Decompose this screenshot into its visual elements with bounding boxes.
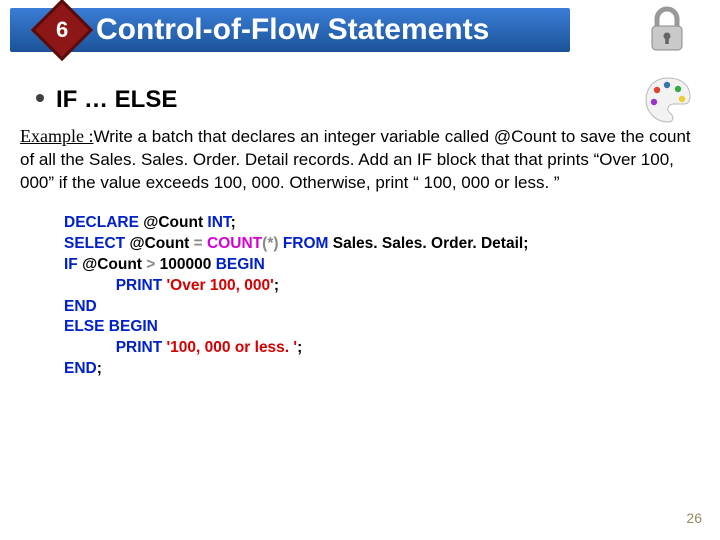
section-heading-text: IF … ELSE (56, 86, 177, 113)
op-eq: = (194, 235, 203, 252)
page-number: 26 (686, 510, 702, 526)
kw-declare: DECLARE (64, 214, 139, 231)
indent1 (64, 277, 116, 294)
code-line-4: PRINT 'Over 100, 000'; (64, 276, 720, 297)
indent2 (64, 339, 116, 356)
kw-begin1: BEGIN (216, 256, 265, 273)
slide-header: 6 Control-of-Flow Statements (0, 0, 720, 58)
chapter-number: 6 (56, 17, 68, 43)
code-line-5: END (64, 297, 720, 318)
example-label: Example : (20, 126, 93, 146)
kw-else-begin: ELSE BEGIN (64, 318, 158, 335)
kw-from: FROM (279, 235, 329, 252)
lock-icon (644, 4, 690, 54)
tok-var2: @Count (125, 235, 194, 252)
code-line-8: END; (64, 359, 720, 380)
palette-icon (642, 74, 694, 126)
tok-num: 100000 (155, 256, 215, 273)
code-block: DECLARE @Count INT; SELECT @Count = COUN… (64, 213, 720, 380)
code-line-7: PRINT '100, 000 or less. '; (64, 338, 720, 359)
str1: 'Over 100, 000' (167, 277, 274, 294)
slide-title: Control-of-Flow Statements (96, 8, 489, 52)
code-line-1: DECLARE @Count INT; (64, 213, 720, 234)
kw-print1: PRINT (116, 277, 167, 294)
tok-var3: @Count (78, 256, 147, 273)
op-gt: > (146, 256, 155, 273)
example-paragraph: Example :Write a batch that declares an … (20, 124, 700, 195)
kw-if: IF (64, 256, 78, 273)
tok-semi5: ; (97, 360, 102, 377)
tok-semi2: ; (523, 235, 528, 252)
tok-table: Sales. Sales. Order. Detail (328, 235, 523, 252)
func-count: COUNT (207, 235, 262, 252)
code-line-6: ELSE BEGIN (64, 317, 720, 338)
tok-semi3: ; (274, 277, 279, 294)
section-heading: IF … ELSE (36, 86, 720, 114)
code-line-2: SELECT @Count = COUNT(*) FROM Sales. Sal… (64, 234, 720, 255)
kw-end2: END (64, 360, 97, 377)
kw-int: INT (207, 214, 230, 231)
kw-select: SELECT (64, 235, 125, 252)
tok-semi1: ; (231, 214, 236, 231)
bullet-icon (36, 94, 44, 102)
str2: '100, 000 or less. ' (167, 339, 298, 356)
example-text: Write a batch that declares an integer v… (20, 127, 691, 192)
kw-print2: PRINT (116, 339, 167, 356)
tok-var1: @Count (139, 214, 208, 231)
tok-semi4: ; (297, 339, 302, 356)
code-line-3: IF @Count > 100000 BEGIN (64, 255, 720, 276)
kw-end1: END (64, 298, 97, 315)
